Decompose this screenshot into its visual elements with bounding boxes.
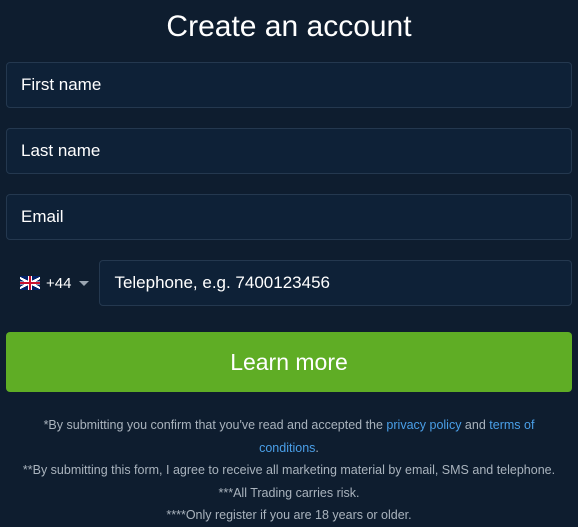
disclaimer-line-3: ***All Trading carries risk.	[12, 482, 566, 505]
phone-row: +44	[6, 260, 572, 306]
disclaimer-line-1: *By submitting you confirm that you've r…	[12, 414, 566, 459]
dial-code: +44	[46, 275, 71, 292]
telephone-field[interactable]	[99, 260, 572, 306]
disclaimer-line-2: **By submitting this form, I agree to re…	[12, 459, 566, 482]
privacy-policy-link[interactable]: privacy policy	[386, 418, 461, 432]
last-name-field[interactable]	[6, 128, 572, 174]
uk-flag-icon	[20, 276, 40, 290]
email-field[interactable]	[6, 194, 572, 240]
country-code-select[interactable]: +44	[6, 260, 99, 306]
learn-more-button[interactable]: Learn more	[6, 332, 572, 392]
chevron-down-icon	[79, 281, 89, 286]
page-title: Create an account	[6, 0, 572, 62]
disclaimer-line-4: ****Only register if you are 18 years or…	[12, 504, 566, 527]
disclaimer: *By submitting you confirm that you've r…	[6, 414, 572, 527]
first-name-field[interactable]	[6, 62, 572, 108]
